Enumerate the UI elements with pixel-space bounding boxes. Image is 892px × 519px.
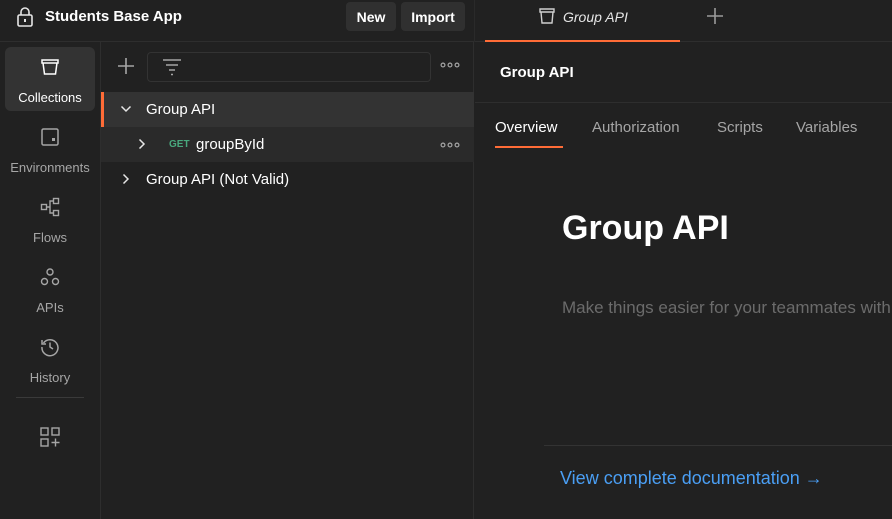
sidebar: Collections Environments Flows APIs Hist… [0,42,101,519]
more-icon[interactable] [440,61,460,69]
sidebar-item-label: Flows [33,230,67,245]
sidebar-item-collections[interactable]: Collections [5,47,95,111]
sidebar-item-label: Collections [18,90,82,105]
header-divider [475,102,892,103]
tree-item-group-api[interactable]: Group API [101,92,474,127]
tab-authorization[interactable]: Authorization [592,119,680,136]
sidebar-item-history[interactable]: History [5,327,95,391]
collection-name[interactable]: Group API [562,209,729,248]
page-title: Group API [500,64,574,81]
plus-icon[interactable] [116,56,136,76]
collection-icon [539,8,555,24]
environments-icon [41,128,59,146]
collections-icon [41,59,59,75]
sidebar-item-flows[interactable]: Flows [5,187,95,251]
sidebar-divider [16,397,84,398]
chevron-right-icon[interactable] [120,173,132,185]
import-button[interactable]: Import [401,2,465,31]
tree-item-label: Group API [146,101,216,118]
tree-item-group-api-not-valid[interactable]: Group API (Not Valid) [101,162,474,197]
sidebar-item-apis[interactable]: APIs [5,257,95,321]
tab-strip-divider [474,0,475,42]
add-widget-icon[interactable] [38,425,62,449]
filter-icon[interactable] [162,58,182,76]
tab-variables[interactable]: Variables [796,119,857,136]
plus-icon[interactable] [704,5,726,27]
divider [544,445,892,446]
flows-icon [40,197,60,217]
more-icon[interactable] [440,141,460,149]
sidebar-item-label: History [29,370,71,385]
collection-tree: Group API GET groupById Group API (Not V… [101,42,474,519]
collection-overview-pane: Group API Overview Authorization Scripts… [475,42,892,519]
sidebar-item-label: Environments [10,160,90,175]
tree-item-label: groupById [196,136,265,153]
sidebar-item-environments[interactable]: Environments [5,117,95,181]
new-button[interactable]: New [346,2,396,31]
sidebar-item-label: APIs [36,300,64,315]
active-tab-indicator [495,146,563,148]
description-field[interactable]: Make things easier for your teammates wi… [562,298,892,318]
top-bar: Students Base App New Import Group API [0,0,892,42]
tab-label: Group API [563,9,628,25]
tab-scripts[interactable]: Scripts [717,119,763,136]
apis-icon [40,268,60,286]
tab-group-api[interactable]: Group API [485,0,680,42]
tab-overview[interactable]: Overview [495,119,558,136]
workspace-title[interactable]: Students Base App [45,8,182,25]
chevron-right-icon[interactable] [136,138,148,150]
lock-icon [17,7,33,27]
history-icon [41,338,59,357]
view-documentation-link[interactable]: View complete documentation → [560,468,823,489]
tree-item-label: Group API (Not Valid) [146,171,290,188]
tree-item-groupbyid[interactable]: GET groupById [101,127,474,162]
method-badge: GET [169,139,190,150]
search-input[interactable] [147,52,431,82]
chevron-down-icon[interactable] [120,103,132,115]
